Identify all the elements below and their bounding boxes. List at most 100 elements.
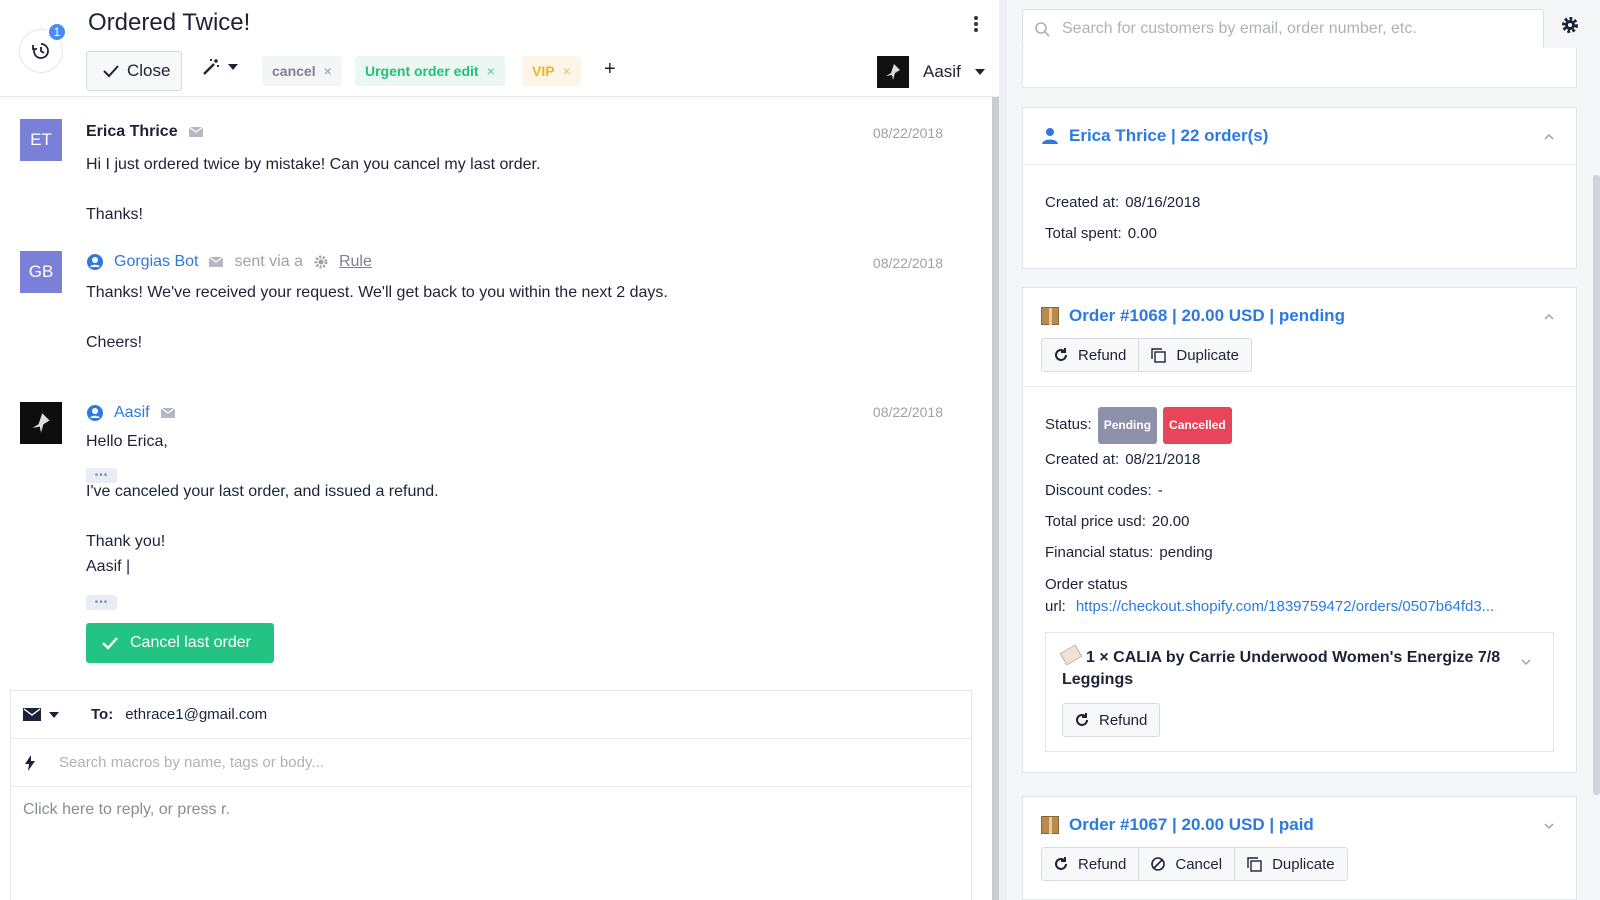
line-item-label: 1 × CALIA by Carrie Underwood Women's En… bbox=[1062, 649, 1501, 688]
search-icon bbox=[1035, 21, 1050, 37]
message-body: Hi I just ordered twice by mistake! Can … bbox=[86, 156, 541, 223]
magic-wand-icon bbox=[203, 59, 219, 75]
line-item-actions: Refund bbox=[1062, 703, 1161, 737]
email-icon bbox=[209, 256, 224, 267]
scrollbar[interactable] bbox=[992, 97, 999, 900]
tag-label: VIP bbox=[532, 63, 555, 79]
assignee-dropdown[interactable]: Aasif bbox=[877, 56, 985, 88]
assignee-name: Aasif bbox=[923, 62, 961, 81]
field-label: Total price usd: bbox=[1045, 513, 1146, 530]
duplicate-label: Duplicate bbox=[1176, 346, 1239, 364]
add-tag-button[interactable]: + bbox=[604, 58, 616, 81]
field-value: 20.00 bbox=[1151, 513, 1190, 530]
refund-item-button[interactable]: Refund bbox=[1063, 704, 1159, 736]
order-card-1068: Order #1068 | 20.00 USD | pending Refund… bbox=[1022, 287, 1577, 773]
line-item-title[interactable]: 1 × CALIA by Carrie Underwood Women's En… bbox=[1059, 644, 1502, 691]
email-icon bbox=[188, 126, 203, 137]
field-label: Created at: bbox=[1045, 194, 1120, 211]
to-label: To: bbox=[91, 706, 114, 723]
channel-dropdown[interactable] bbox=[11, 708, 91, 721]
cancel-label: Cancel bbox=[1175, 855, 1223, 873]
tag-cancel[interactable]: cancel × bbox=[262, 56, 342, 86]
check-icon bbox=[103, 65, 119, 78]
field-label: url: bbox=[1045, 598, 1066, 615]
order-status-url-link[interactable]: https://checkout.shopify.com/1839759472/… bbox=[1076, 598, 1494, 615]
message-date: 08/22/2018 bbox=[872, 404, 943, 420]
refund-label: Refund bbox=[1078, 346, 1127, 364]
sidebar-scrollbar[interactable] bbox=[1593, 175, 1600, 795]
agent-logo-icon bbox=[32, 413, 50, 433]
customer-card-header[interactable]: Erica Thrice | 22 order(s) bbox=[1023, 108, 1576, 164]
package-icon bbox=[1041, 307, 1059, 325]
chevron-up-icon[interactable] bbox=[1544, 312, 1554, 322]
field-label: Created at: bbox=[1045, 451, 1120, 468]
order-card-header[interactable]: Order #1067 | 20.00 USD | paid bbox=[1023, 797, 1576, 853]
status-badge-cancelled: Cancelled bbox=[1163, 407, 1232, 444]
email-icon bbox=[23, 708, 41, 721]
ticket-title[interactable]: Ordered Twice! bbox=[88, 9, 250, 37]
rule-link[interactable]: Rule bbox=[339, 253, 372, 271]
macro-wand-dropdown[interactable] bbox=[202, 58, 238, 76]
ticket-header: 1 Ordered Twice! Close cancel × Urgent o… bbox=[0, 0, 999, 97]
field-value: pending bbox=[1159, 544, 1213, 561]
tag-label: cancel bbox=[272, 63, 316, 79]
avatar: ET bbox=[20, 119, 62, 161]
sender-name[interactable]: Gorgias Bot bbox=[114, 253, 198, 271]
field-value: - bbox=[1157, 482, 1163, 499]
history-icon bbox=[32, 43, 49, 59]
email-icon bbox=[160, 407, 175, 418]
remove-tag-icon[interactable]: × bbox=[324, 63, 332, 79]
customer-title-link[interactable]: Erica Thrice | 22 order(s) bbox=[1069, 126, 1268, 146]
lightning-icon bbox=[25, 754, 35, 771]
chevron-up-icon[interactable] bbox=[1544, 132, 1554, 142]
chevron-down-icon[interactable] bbox=[1521, 657, 1531, 667]
sender-name[interactable]: Aasif bbox=[114, 404, 150, 422]
status-badge-pending: Pending bbox=[1097, 407, 1158, 444]
reply-editor: To: ethrace1@gmail.com Search macros by … bbox=[10, 690, 972, 900]
remove-tag-icon[interactable]: × bbox=[487, 63, 495, 79]
macro-search-input[interactable]: Search macros by name, tags or body... bbox=[59, 754, 324, 771]
order-title-link[interactable]: Order #1067 | 20.00 USD | paid bbox=[1069, 815, 1314, 835]
order-actions: Refund Duplicate bbox=[1023, 338, 1576, 386]
remove-tag-icon[interactable]: × bbox=[563, 63, 571, 79]
chevron-down-icon[interactable] bbox=[1544, 821, 1554, 831]
message-header: Erica Thrice bbox=[86, 123, 204, 141]
field-label: Total spent: bbox=[1045, 225, 1122, 242]
refund-label: Refund bbox=[1078, 855, 1127, 873]
message-date: 08/22/2018 bbox=[872, 125, 943, 141]
package-icon bbox=[1041, 816, 1059, 834]
reply-body-input[interactable]: Click here to reply, or press r. bbox=[11, 787, 971, 833]
message-erica: ET Erica Thrice 08/22/2018 Hi I just ord… bbox=[0, 97, 980, 227]
customer-search-input[interactable]: Search for customers by email, order num… bbox=[1022, 9, 1544, 49]
settings-gear-icon[interactable] bbox=[1561, 16, 1579, 34]
cancel-last-order-button[interactable]: Cancel last order bbox=[86, 623, 274, 663]
pane-divider[interactable] bbox=[999, 0, 1007, 900]
order-card-header[interactable]: Order #1068 | 20.00 USD | pending bbox=[1023, 288, 1576, 344]
close-label: Close bbox=[127, 61, 171, 80]
sender-name[interactable]: Erica Thrice bbox=[86, 123, 178, 141]
message-gorgias-bot: GB Gorgias Bot sent via a Rule 08/22/201… bbox=[0, 227, 980, 483]
refresh-icon bbox=[1076, 713, 1088, 726]
field-label: Order status bbox=[1045, 576, 1128, 593]
to-field[interactable]: ethrace1@gmail.com bbox=[125, 706, 267, 723]
order-title-link[interactable]: Order #1068 | 20.00 USD | pending bbox=[1069, 306, 1345, 326]
tag-vip[interactable]: VIP × bbox=[522, 56, 581, 86]
user-circle-icon bbox=[87, 405, 103, 421]
gear-icon bbox=[314, 255, 328, 269]
product-tag-icon bbox=[1059, 644, 1083, 666]
line-item-card: 1 × CALIA by Carrie Underwood Women's En… bbox=[1045, 632, 1554, 752]
previous-card bbox=[1022, 48, 1577, 88]
order-actions: Refund Cancel Duplicate bbox=[1023, 847, 1576, 895]
message-header: Aasif bbox=[86, 404, 176, 422]
field-value: 0.00 bbox=[1127, 225, 1157, 242]
field-label: Discount codes: bbox=[1045, 482, 1152, 499]
check-icon bbox=[102, 637, 118, 650]
expand-quote-button[interactable]: ••• bbox=[86, 595, 117, 610]
close-ticket-button[interactable]: Close bbox=[86, 51, 182, 91]
field-label: Status: bbox=[1045, 416, 1092, 433]
more-options-icon[interactable] bbox=[969, 14, 983, 34]
macro-search-row: Search macros by name, tags or body... bbox=[11, 739, 971, 787]
chevron-down-icon bbox=[228, 64, 238, 70]
tag-urgent-order-edit[interactable]: Urgent order edit × bbox=[355, 56, 505, 86]
refresh-icon bbox=[1055, 348, 1067, 361]
